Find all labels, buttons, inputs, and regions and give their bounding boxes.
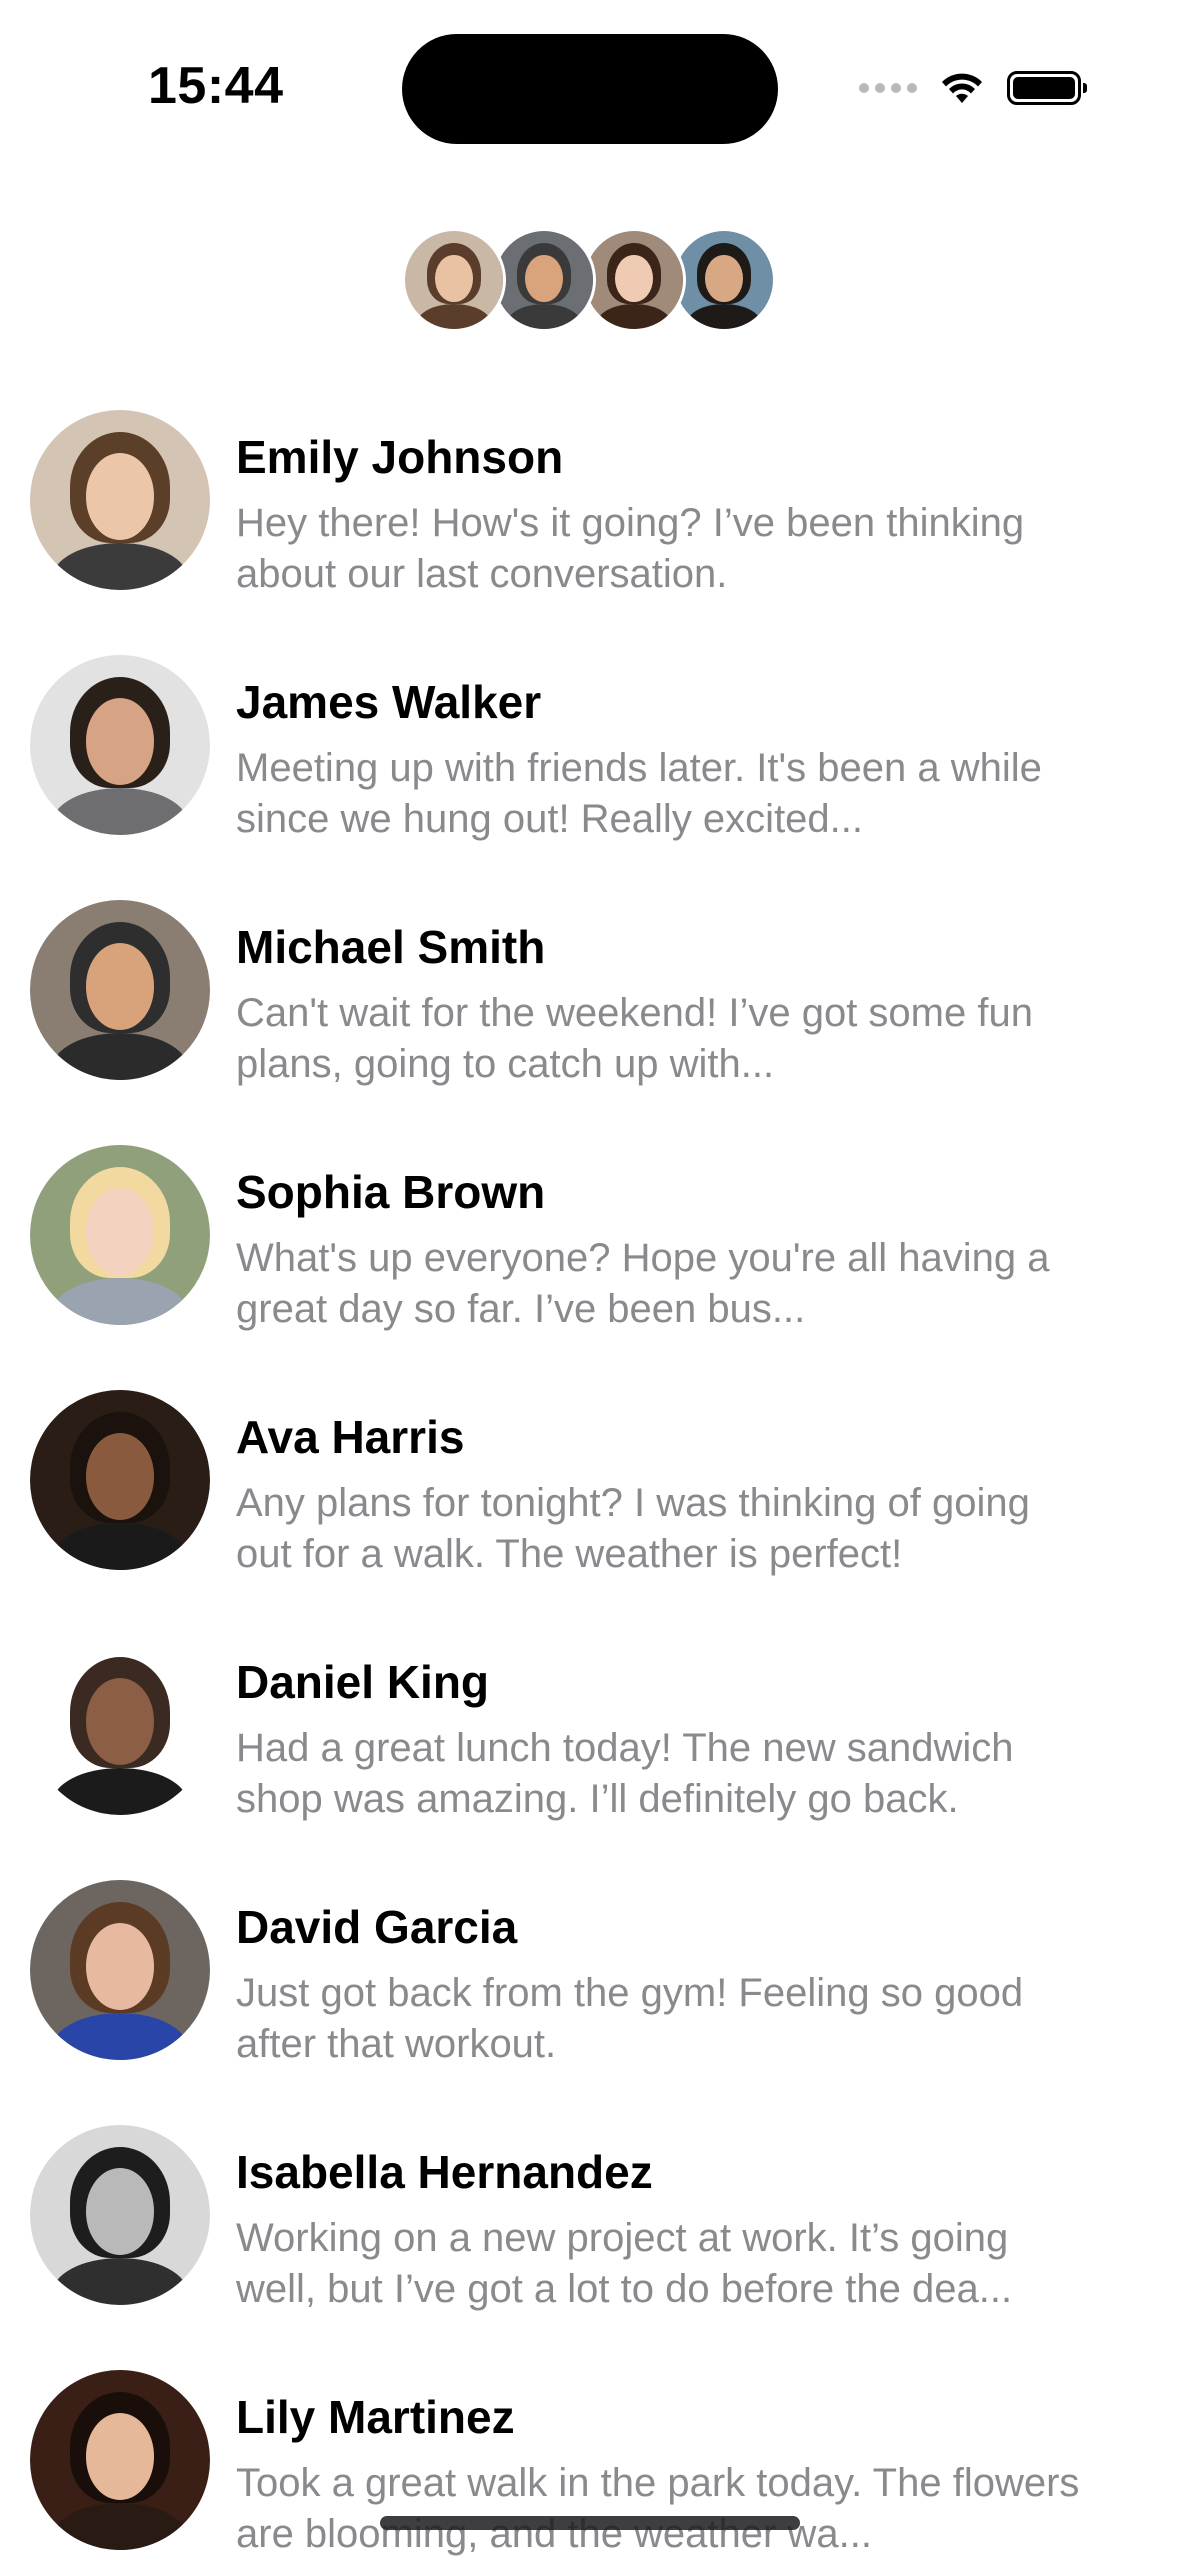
status-bar: 15:44: [0, 0, 1179, 150]
contact-name: Emily Johnson: [236, 431, 564, 483]
group-avatar-stack[interactable]: [402, 228, 776, 334]
contact-name: Michael Smith: [236, 921, 546, 973]
avatar: [30, 900, 210, 1080]
avatar: [30, 1880, 210, 2060]
avatar: [30, 1145, 210, 1325]
conversation-row[interactable]: Michael Smith Can't wait for the weekend!…: [0, 900, 1179, 1100]
conversation-row[interactable]: Emily Johnson Hey there! How's it going? …: [0, 410, 1179, 610]
message-preview: Working on a new project at work. It’s g…: [236, 2216, 1013, 2311]
conversation-row[interactable]: Daniel King Had a great lunch today! The …: [0, 1635, 1179, 1835]
contact-name: Daniel King: [236, 1656, 490, 1708]
conversation-row[interactable]: David Garcia Just got back from the gym! …: [0, 1880, 1179, 2080]
contact-name: James Walker: [236, 676, 542, 728]
avatar: [30, 410, 210, 590]
contact-name: Ava Harris: [236, 1411, 465, 1463]
conversation-row[interactable]: Sophia Brown What's up everyone? Hope you…: [0, 1145, 1179, 1345]
message-preview: Had a great lunch today! The new sandwic…: [236, 1726, 1014, 1821]
message-preview: What's up everyone? Hope you're all havi…: [236, 1236, 1050, 1331]
avatar-emily: [402, 228, 506, 332]
contact-name: Lily Martinez: [236, 2391, 515, 2443]
avatar: [30, 1390, 210, 1570]
avatar-michael: [492, 228, 596, 332]
message-preview: Just got back from the gym! Feeling so g…: [236, 1971, 1024, 2066]
avatar: [30, 2125, 210, 2305]
message-preview: Hey there! How's it going? I’ve been thi…: [236, 501, 1025, 596]
status-icons: [859, 66, 1087, 110]
avatar-woman-3: [582, 228, 686, 332]
message-preview: Took a great walk in the park today. The…: [236, 2461, 1080, 2556]
conversation-row[interactable]: James Walker Meeting up with friends late…: [0, 655, 1179, 855]
battery-icon: [1007, 71, 1087, 105]
message-preview: Any plans for tonight? I was thinking of…: [236, 1481, 1030, 1576]
cellular-dots-icon: [859, 83, 917, 93]
contact-name: David Garcia: [236, 1901, 518, 1953]
avatar: [30, 1635, 210, 1815]
conversation-row[interactable]: Lily Martinez Took a great walk in the pa…: [0, 2370, 1179, 2570]
status-time: 15:44: [148, 57, 284, 115]
wifi-icon: [942, 73, 982, 103]
home-indicator[interactable]: [380, 2516, 800, 2530]
conversation-row[interactable]: Ava Harris Any plans for tonight? I was t…: [0, 1390, 1179, 1590]
contact-name: Sophia Brown: [236, 1166, 546, 1218]
message-preview: Can't wait for the weekend! I’ve got som…: [236, 991, 1033, 1086]
avatar: [30, 2370, 210, 2550]
message-preview: Meeting up with friends later. It's been…: [236, 746, 1042, 841]
avatar: [30, 655, 210, 835]
contact-name: Isabella Hernandez: [236, 2146, 653, 2198]
dynamic-island: [402, 34, 778, 144]
conversation-row[interactable]: Isabella Hernandez Working on a new proje…: [0, 2125, 1179, 2325]
avatar-woman-4: [672, 228, 776, 332]
